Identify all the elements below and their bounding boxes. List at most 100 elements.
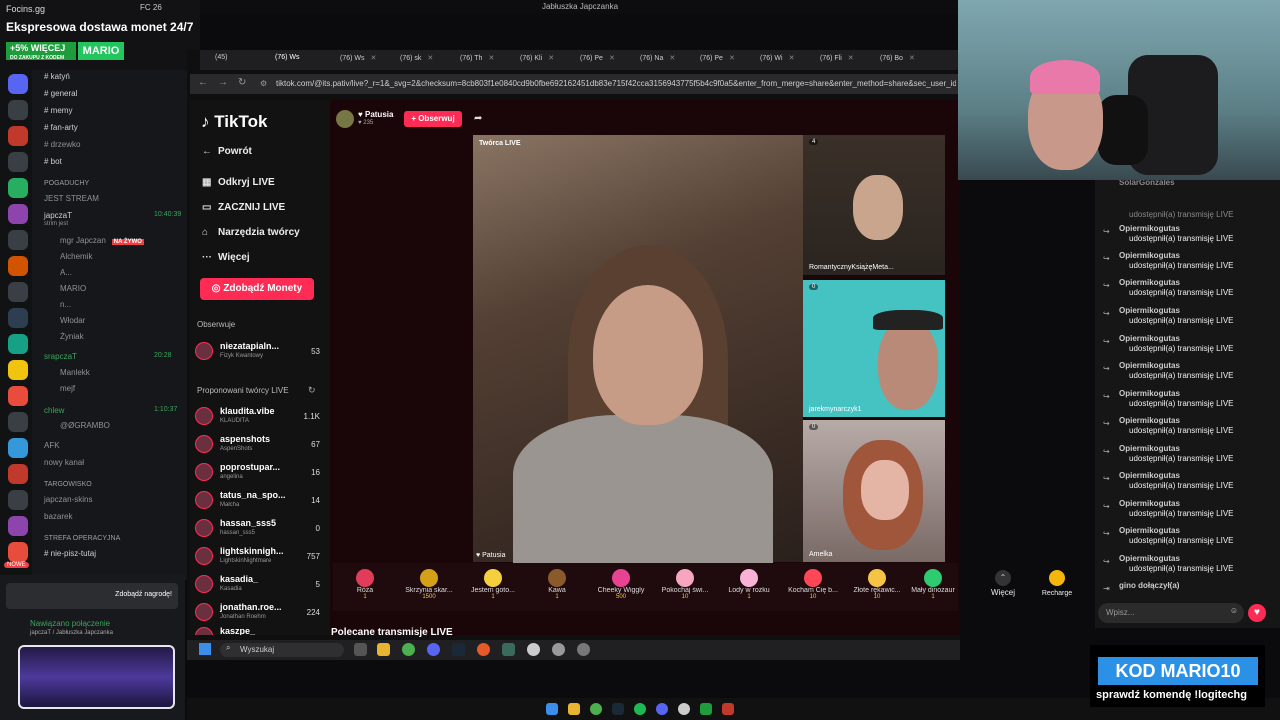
tab-close-icon[interactable]: ✕ — [848, 55, 854, 62]
channel-memy[interactable]: # memy — [44, 106, 72, 115]
get-coins-button[interactable]: ◎ Zdobądź Monety — [200, 278, 314, 300]
tab-close-icon[interactable]: ✕ — [729, 55, 735, 62]
tab-close-icon[interactable]: ✕ — [427, 55, 433, 62]
suggested-creator[interactable]: kasadia_ Kasadia 5 — [195, 573, 323, 597]
channel-bazarek[interactable]: bazarek — [44, 512, 72, 521]
category-strefa[interactable]: STREFA OPERACYJNA — [44, 535, 120, 542]
browser-tab[interactable]: (76) Th ✕ — [460, 54, 494, 62]
voice-user[interactable]: Alchemik — [60, 252, 92, 261]
server-icon[interactable] — [8, 438, 28, 458]
server-icon[interactable] — [8, 256, 28, 276]
steam-icon[interactable] — [612, 703, 624, 715]
server-icon[interactable] — [8, 516, 28, 536]
voice-user[interactable]: mejf — [60, 384, 75, 393]
browser-tab[interactable]: (76) Fli ✕ — [820, 54, 854, 62]
voice-channel[interactable]: chlew 1:10:37 — [44, 406, 177, 415]
chrome-icon[interactable] — [590, 703, 602, 715]
server-icon[interactable] — [8, 126, 28, 146]
voice-user[interactable]: @ØGRAMBO — [60, 421, 110, 430]
tab-close-icon[interactable]: ✕ — [488, 55, 494, 62]
nav-creator-tools[interactable]: ⌂ Narzędzia twórcy — [202, 227, 300, 238]
taskbar-search[interactable]: Wyszukaj — [220, 643, 344, 657]
browser-tab[interactable]: (76) Kli ✕ — [520, 54, 554, 62]
suggested-creator[interactable]: poprostupar... angelina 16 — [195, 461, 323, 485]
tab-close-icon[interactable]: ✕ — [371, 55, 377, 62]
windows-start-icon[interactable] — [199, 643, 211, 655]
category-pogaduchy[interactable]: POGADUCHY — [44, 180, 89, 187]
browser-tab[interactable]: (76) sk ✕ — [400, 54, 433, 62]
voice-channel[interactable]: JEST STREAM — [44, 194, 99, 203]
tab-close-icon[interactable]: ✕ — [669, 55, 675, 62]
nav-discover[interactable]: ▦ Odkryj LIVE — [202, 177, 275, 188]
windows-start-icon[interactable] — [546, 703, 558, 715]
app-icon[interactable] — [700, 703, 712, 715]
server-icon[interactable] — [8, 542, 28, 562]
voice-user[interactable]: Manlekk — [60, 368, 90, 377]
server-icon[interactable] — [8, 100, 28, 120]
server-icon[interactable] — [8, 412, 28, 432]
follow-button[interactable]: + Obserwuj — [404, 111, 462, 127]
suggested-creator[interactable]: lightskinnigh... LightskinNightmare 757 — [195, 545, 323, 569]
nav-more[interactable]: ··· Więcej — [202, 252, 250, 263]
server-icon[interactable] — [8, 230, 28, 250]
tiktok-logo[interactable]: ♪ TikTok — [201, 112, 267, 132]
emoji-icon[interactable]: ☺ — [1230, 606, 1238, 615]
browser-tab-active[interactable]: (76) Ws — [275, 54, 300, 61]
spotify-icon[interactable] — [634, 703, 646, 715]
server-icon[interactable] — [8, 178, 28, 198]
gift-item[interactable]: Cheeky Wiggly 500 — [591, 569, 651, 600]
voice-channel-active[interactable]: japczaT 10:40:39 — [44, 211, 181, 220]
browser-tab[interactable]: (76) Wi ✕ — [760, 54, 794, 62]
obs-icon[interactable] — [527, 643, 540, 656]
gift-item[interactable]: Złote rękawic... 10 — [847, 569, 907, 600]
voice-user[interactable]: Żyniak — [60, 332, 84, 341]
gift-item[interactable]: Lody w rożku 1 — [719, 569, 779, 600]
channel-drzewko[interactable]: # drzewko — [44, 140, 80, 149]
refresh-icon[interactable]: ↻ — [308, 385, 316, 396]
followed-creator[interactable]: niezatapialn... Fizyk Kwantowy 53 — [195, 340, 323, 364]
channel-fan-arty[interactable]: # fan-arty — [44, 123, 78, 132]
server-icon[interactable] — [8, 360, 28, 380]
folder-icon[interactable] — [568, 703, 580, 715]
reload-icon[interactable]: ↻ — [238, 77, 246, 88]
main-video[interactable]: Twórca LIVE ♥ Patusia — [473, 135, 803, 565]
discord-icon[interactable] — [427, 643, 440, 656]
ad-button[interactable]: Zdobądź nagrodę! — [115, 591, 172, 598]
voice-channel-new[interactable]: nowy kanał — [44, 458, 84, 467]
site-info-icon[interactable]: ⚙ — [260, 79, 267, 88]
server-icon[interactable] — [8, 386, 28, 406]
chrome-icon[interactable] — [402, 643, 415, 656]
server-icon[interactable] — [8, 282, 28, 302]
gift-item[interactable]: Kocham Cię b... 10 — [783, 569, 843, 600]
gift-item[interactable]: Pokochaj świ... 10 — [655, 569, 715, 600]
voice-channel-afk[interactable]: AFK — [44, 441, 60, 450]
browser-tab[interactable]: (45) — [215, 54, 227, 61]
gift-item[interactable]: Kawa 1 — [527, 569, 587, 600]
browser-tab[interactable]: (76) Pe ✕ — [580, 54, 615, 62]
shield-icon[interactable] — [722, 703, 734, 715]
suggested-creator[interactable]: tatus_na_spo... Małcha 14 — [195, 489, 323, 513]
settings-icon[interactable] — [552, 643, 565, 656]
suggested-creator[interactable]: kaszpe_ — [195, 625, 323, 635]
share-icon[interactable]: ➦ — [474, 113, 482, 124]
guest-video[interactable]: 0 Amelka — [803, 420, 945, 562]
channel-general[interactable]: # general — [44, 89, 77, 98]
server-icon[interactable] — [8, 204, 28, 224]
server-icon[interactable] — [8, 152, 28, 172]
voice-user[interactable]: A... — [60, 268, 72, 277]
task-view-icon[interactable] — [354, 643, 367, 656]
url-text[interactable]: tiktok.com/@its.pativ/live?_r=1&_svg=2&c… — [276, 79, 956, 88]
more-gifts[interactable]: ⌃ Więcej — [988, 570, 1018, 598]
server-icon[interactable] — [8, 464, 28, 484]
voice-user[interactable]: MARIO — [60, 284, 86, 293]
gear-icon[interactable] — [577, 643, 590, 656]
browser-tab[interactable]: (76) Pe ✕ — [700, 54, 735, 62]
voice-user[interactable]: n... — [60, 300, 71, 309]
suggested-creator[interactable]: hassan_sss5 hassan_sss5 0 — [195, 517, 323, 541]
nav-go-live[interactable]: ▭ ZACZNIJ LIVE — [202, 202, 285, 213]
gift-item[interactable]: Róża 1 — [335, 569, 395, 600]
obs-icon[interactable] — [678, 703, 690, 715]
channel-japczan-skins[interactable]: japczan-skins — [44, 495, 92, 504]
discord-icon[interactable] — [656, 703, 668, 715]
host-avatar[interactable] — [336, 110, 354, 128]
